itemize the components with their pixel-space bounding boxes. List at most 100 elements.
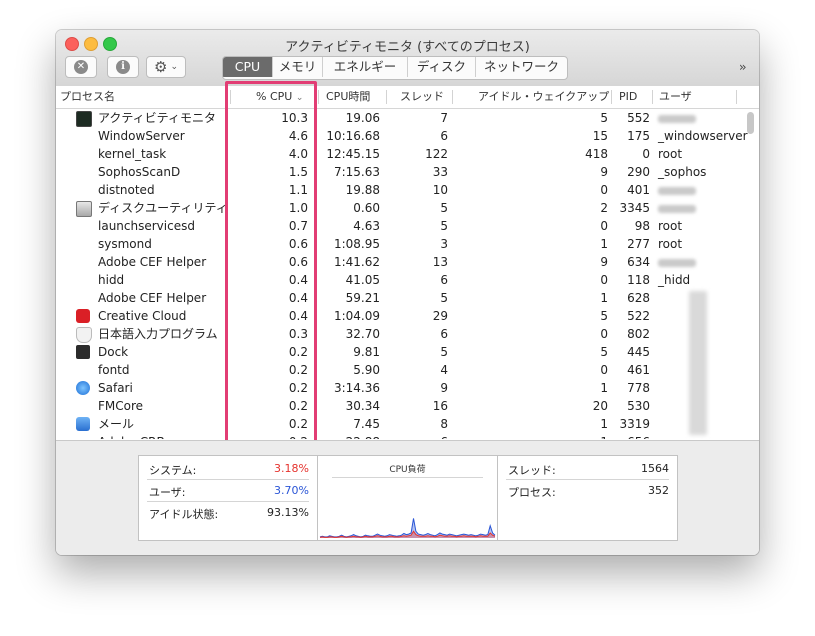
gear-icon: ⚙ [154, 58, 168, 76]
table-row[interactable]: Adobe CRB... 0.2 22.88 6 1 656 [56, 433, 746, 439]
threads-cell: 9 [440, 381, 448, 395]
column-header-threads[interactable]: スレッド [400, 86, 444, 108]
process-name-cell: FMCore [98, 399, 144, 413]
threads-cell: 7 [440, 111, 448, 125]
threads-label: スレッド: [508, 464, 556, 477]
cpu-time-cell: 19.06 [345, 111, 380, 125]
cpu-time-cell: 59.21 [345, 291, 380, 305]
process-name-cell: launchservicesd [98, 219, 195, 233]
process-name-cell: 日本語入力プログラム [98, 327, 218, 341]
column-header-cpu-time[interactable]: CPU時間 [326, 86, 370, 108]
idle-label: アイドル状態: [149, 508, 219, 521]
table-row[interactable]: Creative Cloud 0.4 1:04.09 29 5 522 [56, 307, 746, 325]
table-row[interactable]: fontd 0.2 5.90 4 0 461 [56, 361, 746, 379]
pid-cell: 3345 [619, 201, 650, 215]
safari-icon [76, 381, 90, 395]
tab-memory[interactable]: メモリ [272, 57, 322, 77]
table-row[interactable]: Adobe CEF Helper 0.6 1:41.62 13 9 634 [56, 253, 746, 271]
disk-utility-icon [76, 201, 92, 217]
column-header-idle-wake-ups[interactable]: アイドル・ウェイクアップ [478, 86, 609, 108]
threads-cell: 6 [440, 433, 448, 439]
table-row[interactable]: アクティビティモニタ 10.3 19.06 7 5 552 [56, 109, 746, 127]
table-row[interactable]: launchservicesd 0.7 4.63 5 0 98 root [56, 217, 746, 235]
pid-cell: 656 [627, 433, 650, 439]
summary-footer: システム: 3.18% ユーザ: 3.70% アイドル状態: 93.13% CP… [56, 440, 759, 555]
user-cell: root [658, 219, 683, 233]
table-row[interactable]: sysmond 0.6 1:08.95 3 1 277 root [56, 235, 746, 253]
inspect-process-button[interactable]: i [107, 56, 139, 78]
idle-wake-cell: 9 [600, 255, 608, 269]
tab-network[interactable]: ネットワーク [475, 57, 567, 77]
activity-monitor-icon [76, 111, 92, 127]
redacted-user-column [689, 291, 707, 435]
process-name-cell: distnoted [98, 183, 155, 197]
idle-wake-cell: 9 [600, 165, 608, 179]
table-header: プロセス名 % CPU ⌄ CPU時間 スレッド アイドル・ウェイクアップ PI… [56, 86, 759, 109]
table-row[interactable]: メール 0.2 7.45 8 1 3319 [56, 415, 746, 433]
table-row[interactable]: Dock 0.2 9.81 5 5 445 [56, 343, 746, 361]
tab-cpu[interactable]: CPU [223, 57, 272, 77]
info-icon: i [116, 60, 130, 74]
cpu-cell: 0.6 [288, 237, 308, 251]
threads-cell: 33 [432, 165, 448, 179]
action-menu-button[interactable]: ⚙ ⌄ [146, 56, 186, 78]
column-header-pid[interactable]: PID [619, 86, 637, 108]
user-cell [658, 109, 696, 127]
pid-cell: 401 [627, 183, 650, 197]
threads-cell: 29 [432, 309, 448, 323]
table-row[interactable]: distnoted 1.1 19.88 10 0 401 [56, 181, 746, 199]
cpu-cell: 0.6 [288, 255, 308, 269]
table-row[interactable]: kernel_task 4.0 12:45.15 122 418 0 root [56, 145, 746, 163]
toolbar-overflow-button[interactable]: ›› [739, 60, 746, 74]
process-name-cell: Safari [98, 381, 133, 395]
cpu-time-cell: 3:14.36 [333, 381, 380, 395]
threads-cell: 5 [440, 345, 448, 359]
cpu-time-cell: 32.70 [345, 327, 380, 341]
table-row[interactable]: 日本語入力プログラム 0.3 32.70 6 0 802 [56, 325, 746, 343]
column-header-user[interactable]: ユーザ [659, 86, 692, 108]
user-cell [658, 181, 696, 199]
mail-icon [76, 417, 90, 431]
process-name-cell: kernel_task [98, 147, 167, 161]
cpu-cell: 1.5 [288, 165, 308, 179]
table-row[interactable]: SophosScanD 1.5 7:15.63 33 9 290 _sophos [56, 163, 746, 181]
pid-cell: 445 [627, 345, 650, 359]
user-value: 3.70% [274, 484, 309, 497]
process-name-cell: Dock [98, 345, 129, 359]
table-row[interactable]: FMCore 0.2 30.34 16 20 530 [56, 397, 746, 415]
sort-descending-icon: ⌄ [295, 93, 304, 103]
tab-disk[interactable]: ディスク [407, 57, 475, 77]
user-cell: _hidd [658, 273, 691, 287]
user-label: ユーザ: [149, 486, 186, 499]
idle-wake-cell: 1 [600, 237, 608, 251]
idle-wake-cell: 20 [592, 399, 608, 413]
column-header-process-name[interactable]: プロセス名 [60, 86, 115, 108]
window-title: アクティビティモニタ (すべてのプロセス) [285, 40, 530, 55]
pid-cell: 778 [627, 381, 650, 395]
vertical-scrollbar[interactable] [747, 112, 754, 134]
threads-value: 1564 [641, 462, 669, 475]
redacted-user [658, 258, 696, 267]
quit-process-button[interactable]: ✕ [65, 56, 97, 78]
thread-count-panel: スレッド: 1564 プロセス: 352 [497, 455, 678, 541]
cpu-time-cell: 10:16.68 [326, 129, 380, 143]
cpu-cell: 0.2 [288, 399, 308, 413]
system-value: 3.18% [274, 462, 309, 475]
cpu-cell: 1.1 [288, 183, 308, 197]
process-table[interactable]: アクティビティモニタ 10.3 19.06 7 5 552 WindowServer 4.6 1… [56, 109, 759, 439]
pid-cell: 530 [627, 399, 650, 413]
cpu-usage-panel: システム: 3.18% ユーザ: 3.70% アイドル状態: 93.13% [138, 455, 318, 541]
table-row[interactable]: Adobe CEF Helper 0.4 59.21 5 1 628 [56, 289, 746, 307]
processes-value: 352 [648, 484, 669, 497]
column-header-cpu[interactable]: % CPU ⌄ [256, 86, 303, 108]
table-row[interactable]: Safari 0.2 3:14.36 9 1 778 [56, 379, 746, 397]
threads-cell: 6 [440, 327, 448, 341]
process-name-cell: WindowServer [98, 129, 185, 143]
idle-wake-cell: 2 [600, 201, 608, 215]
table-row[interactable]: ディスクユーティリティ 1.0 0.60 5 2 3345 [56, 199, 746, 217]
tab-energy[interactable]: エネルギー [322, 57, 407, 77]
idle-wake-cell: 5 [600, 111, 608, 125]
table-row[interactable]: WindowServer 4.6 10:16.68 6 15 175 _windowserv… [56, 127, 748, 145]
cpu-cell: 0.2 [288, 417, 308, 431]
table-row[interactable]: hidd 0.4 41.05 6 0 118 _hidd [56, 271, 746, 289]
